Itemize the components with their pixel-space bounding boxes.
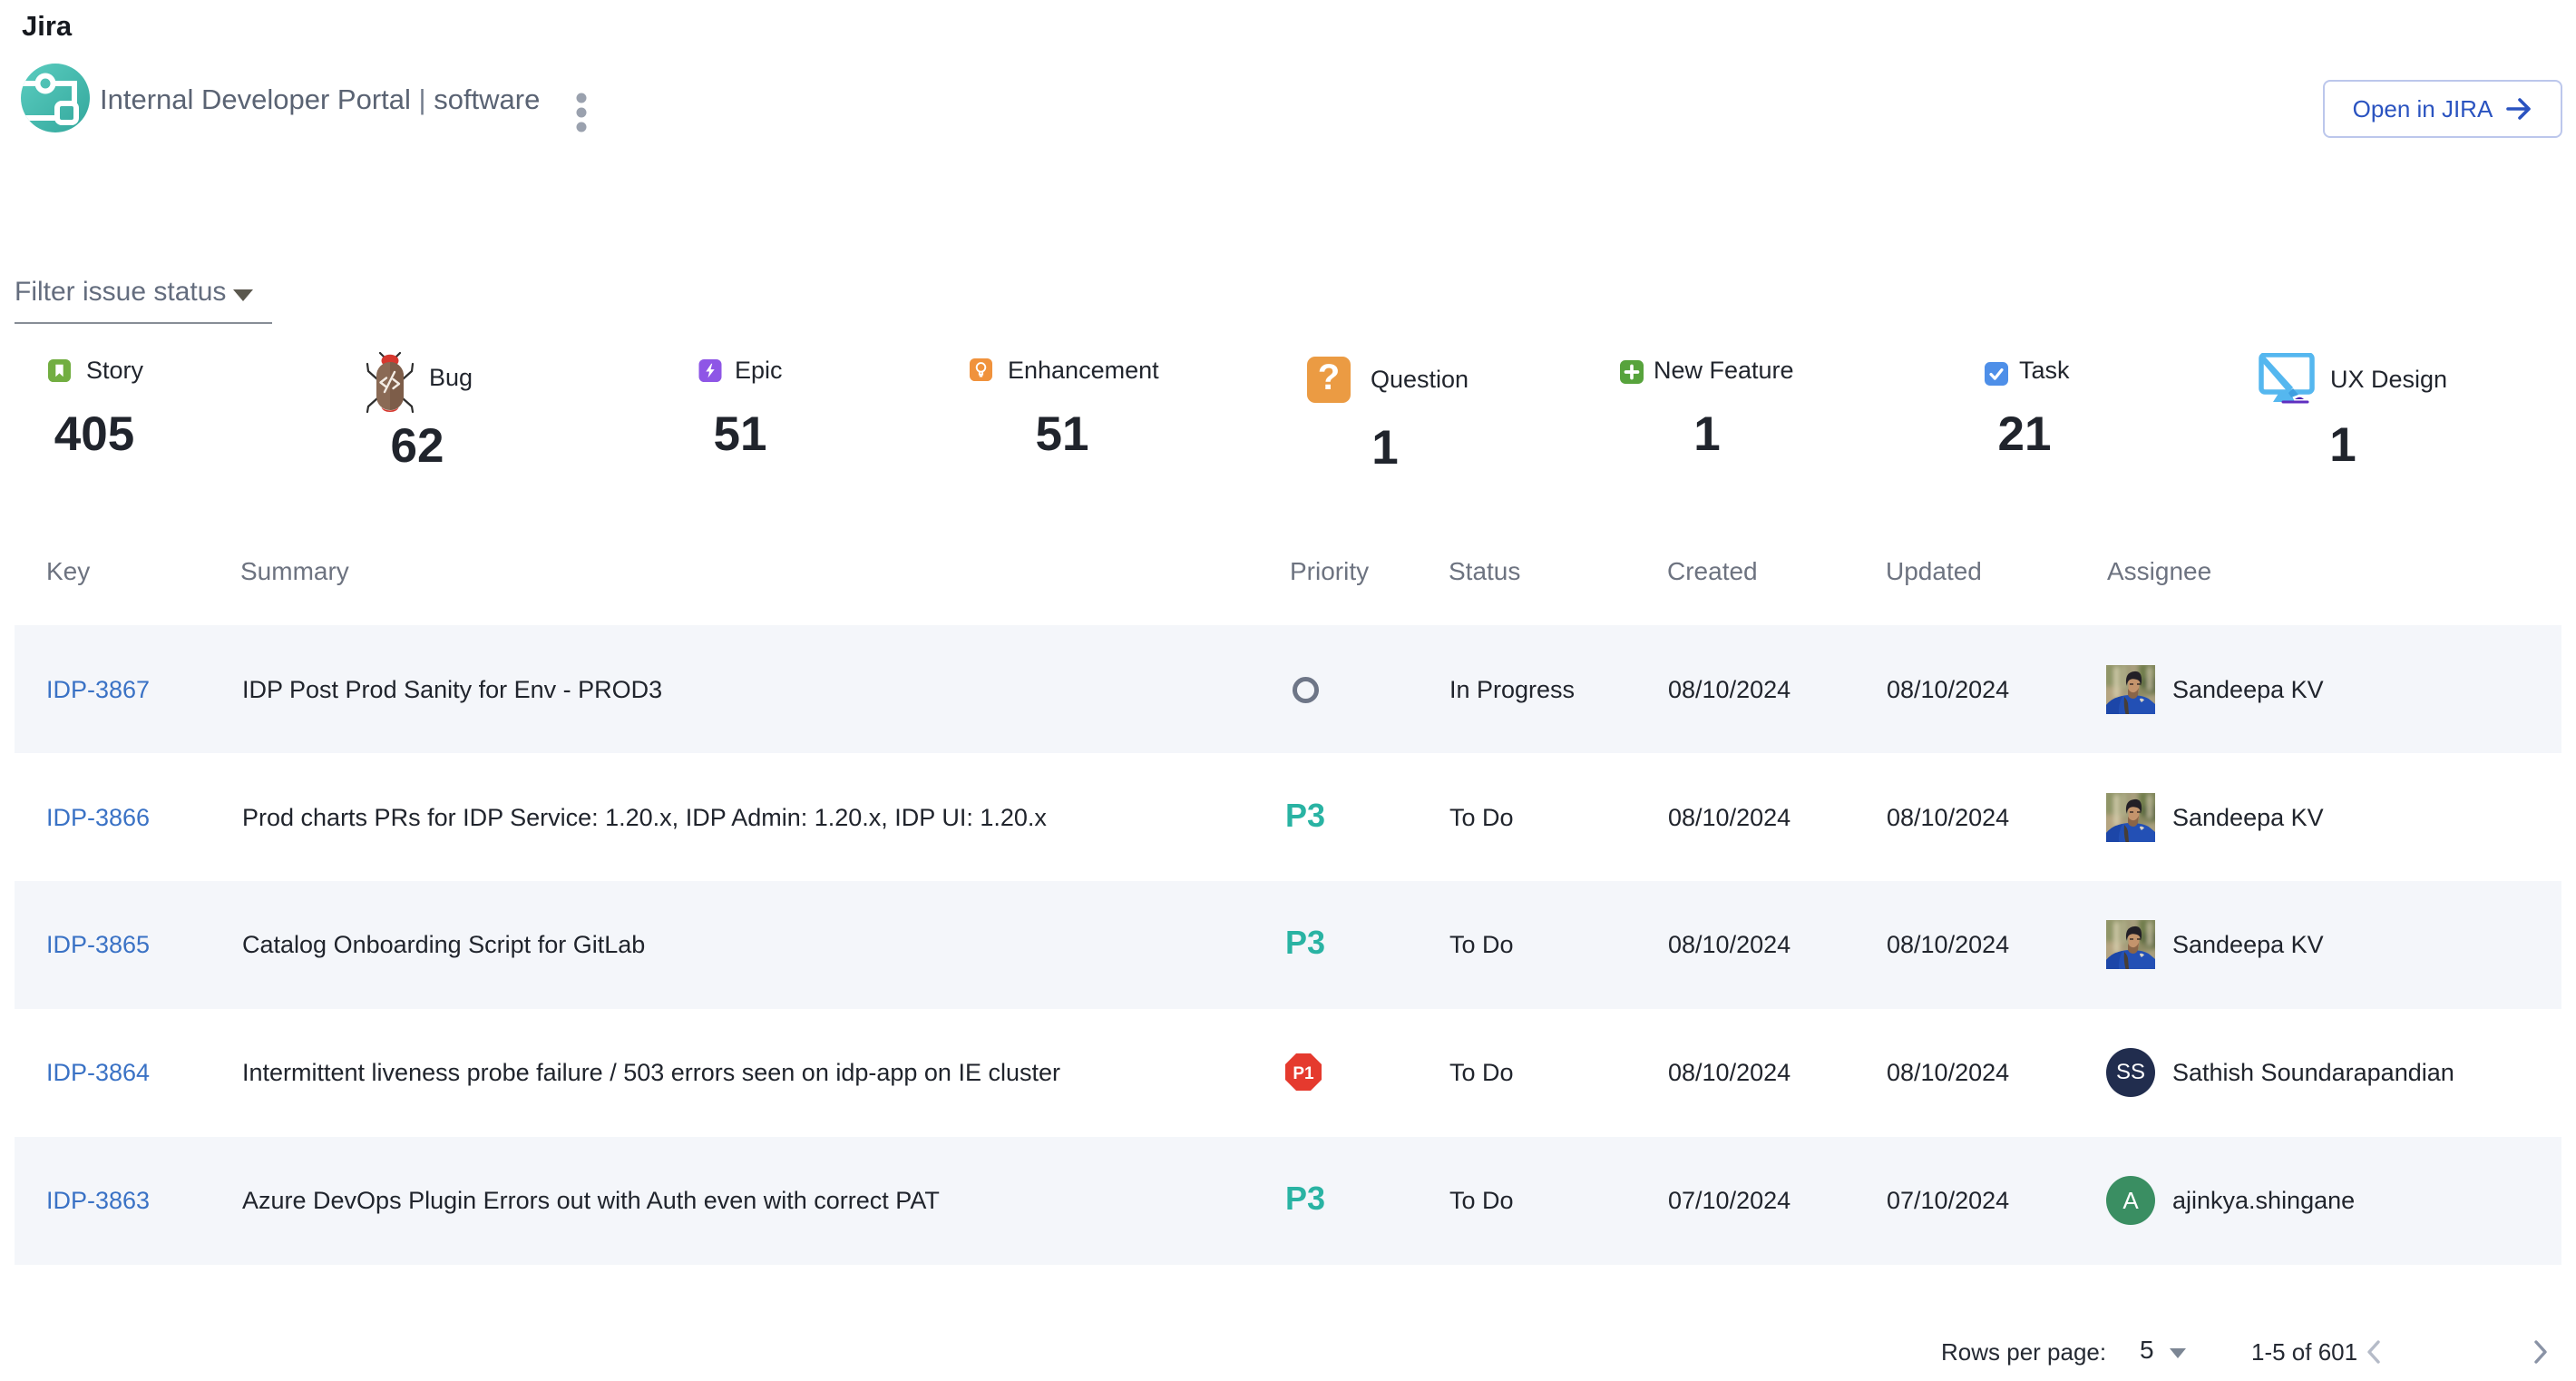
svg-text:?: ? xyxy=(1318,357,1340,397)
svg-text:P1: P1 xyxy=(1293,1064,1314,1083)
